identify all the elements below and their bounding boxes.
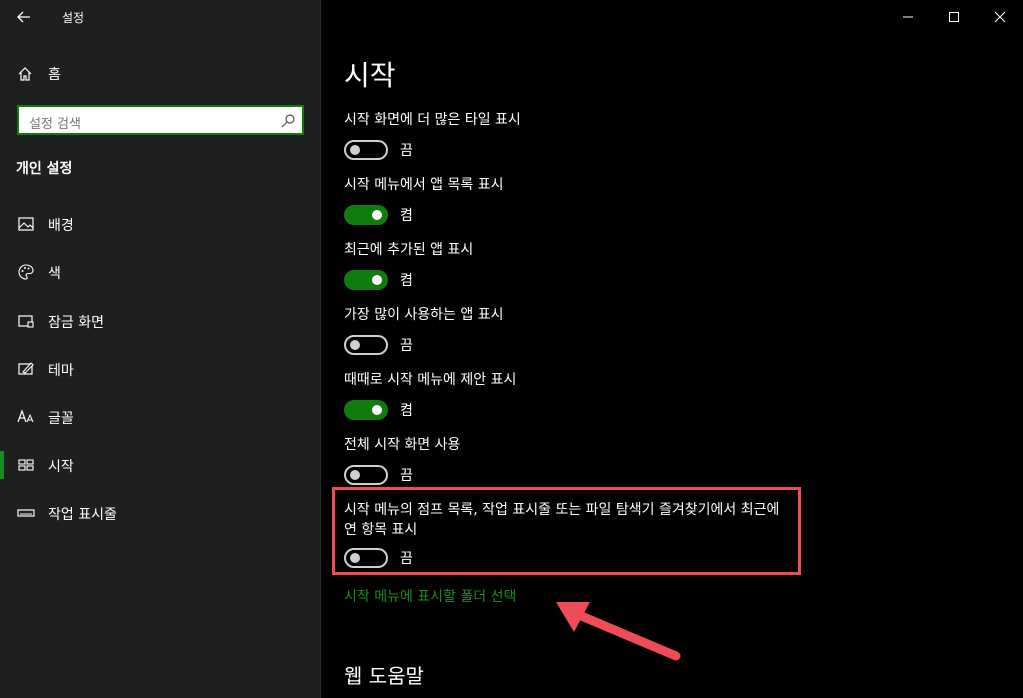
titlebar-left: 설정 — [0, 0, 321, 34]
sidebar-item-label: 작업 표시줄 — [48, 507, 117, 523]
choose-folders-link[interactable]: 시작 메뉴에 표시할 폴더 선택 — [344, 586, 516, 606]
setting-label: 가장 많이 사용하는 앱 표시 — [344, 307, 504, 323]
toggle-switch[interactable] — [344, 270, 388, 290]
close-icon — [994, 11, 1006, 23]
toggle-switch[interactable] — [344, 205, 388, 225]
setting-most-used: 가장 많이 사용하는 앱 표시 끔 — [344, 305, 503, 355]
sidebar-item-label: 글꼴 — [48, 411, 74, 427]
sidebar: 설정 홈 설정 검색 개인 설정 배경 색 잠금 화면 테마 글꼴 시작 작업 … — [0, 0, 321, 698]
setting-more-tiles: 시작 화면에 더 많은 타일 표시 끔 — [344, 110, 521, 160]
image-icon — [18, 217, 34, 231]
highlight-box — [332, 487, 801, 575]
setting-label: 전체 시작 화면 사용 — [344, 437, 461, 453]
setting-suggestions: 때때로 시작 메뉴에 제안 표시 켬 — [344, 370, 516, 420]
minimize-button[interactable] — [885, 0, 931, 34]
toggle-switch[interactable] — [344, 140, 388, 160]
toggle-switch[interactable] — [344, 400, 388, 420]
toggle-state: 켬 — [400, 208, 413, 224]
toggle-state: 끔 — [400, 143, 413, 159]
sidebar-item-theme[interactable]: 테마 — [0, 354, 321, 384]
back-button[interactable] — [12, 6, 38, 28]
toggle-state: 끔 — [400, 468, 413, 484]
toggle-knob — [372, 405, 382, 415]
setting-label: 시작 화면에 더 많은 타일 표시 — [344, 112, 521, 128]
home-label: 홈 — [48, 67, 61, 83]
font-icon — [17, 409, 34, 423]
toggle-knob — [350, 470, 360, 480]
palette-icon — [18, 264, 34, 280]
sidebar-item-taskbar[interactable]: 작업 표시줄 — [0, 498, 321, 528]
taskbar-icon — [17, 509, 35, 517]
section-title: 개인 설정 — [16, 161, 73, 177]
home-nav[interactable]: 홈 — [16, 63, 61, 85]
toggle-state: 끔 — [400, 338, 413, 354]
active-indicator — [0, 451, 4, 479]
toggle-knob — [350, 145, 360, 155]
setting-app-list: 시작 메뉴에서 앱 목록 표시 켬 — [344, 175, 503, 225]
toggle-state: 켬 — [400, 403, 413, 419]
setting-label: 때때로 시작 메뉴에 제안 표시 — [344, 372, 517, 388]
search-placeholder: 설정 검색 — [29, 117, 81, 132]
maximize-icon — [949, 12, 959, 22]
maximize-button[interactable] — [931, 0, 977, 34]
sidebar-item-label: 잠금 화면 — [48, 315, 104, 331]
toggle-knob — [350, 340, 360, 350]
app-title: 설정 — [62, 11, 85, 25]
sidebar-item-label: 테마 — [48, 363, 74, 379]
setting-label: 최근에 추가된 앱 표시 — [344, 242, 474, 258]
toggle-switch[interactable] — [344, 335, 388, 355]
sidebar-item-background[interactable]: 배경 — [0, 209, 321, 239]
theme-icon — [18, 362, 34, 375]
home-icon — [18, 67, 32, 81]
minimize-icon — [903, 16, 913, 18]
web-help-heading: 웹 도움말 — [344, 664, 424, 688]
sidebar-item-color[interactable]: 색 — [0, 257, 321, 287]
sidebar-item-label: 시작 — [48, 459, 74, 475]
sidebar-item-label: 배경 — [48, 218, 74, 234]
toggle-knob — [372, 275, 382, 285]
sidebar-item-label: 색 — [48, 266, 61, 282]
setting-recently-added: 최근에 추가된 앱 표시 켬 — [344, 240, 473, 290]
start-icon — [18, 459, 34, 471]
page-title: 시작 — [344, 59, 396, 92]
setting-full-screen: 전체 시작 화면 사용 끔 — [344, 435, 460, 485]
toggle-knob — [372, 210, 382, 220]
search-icon — [281, 114, 295, 128]
sidebar-item-start[interactable]: 시작 — [0, 450, 321, 480]
setting-label: 시작 메뉴에서 앱 목록 표시 — [344, 177, 504, 193]
close-button[interactable] — [977, 0, 1023, 34]
back-arrow-icon — [17, 11, 30, 23]
toggle-state: 켬 — [400, 273, 413, 289]
search-input[interactable]: 설정 검색 — [17, 105, 304, 135]
sidebar-item-lock-screen[interactable]: 잠금 화면 — [0, 306, 321, 336]
sidebar-item-font[interactable]: 글꼴 — [0, 402, 321, 432]
toggle-switch[interactable] — [344, 465, 388, 485]
annotation-arrow-icon — [556, 602, 681, 661]
lock-screen-icon — [18, 315, 34, 328]
